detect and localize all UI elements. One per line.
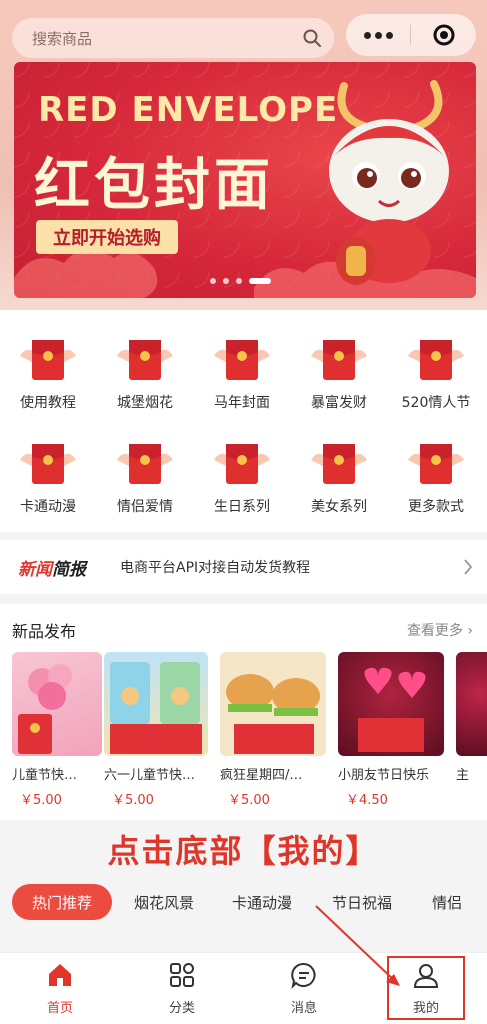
- banner-dot-active[interactable]: [249, 278, 271, 284]
- product-image[interactable]: [338, 652, 444, 756]
- news-headline[interactable]: 电商平台API对接自动发货教程: [120, 557, 310, 577]
- product-name: 六一儿童节快…: [104, 768, 196, 783]
- product-card[interactable]: 疯狂星期四/… ￥5.00: [220, 652, 326, 808]
- hero-header: 搜索商品 RED ENVELOPE 红包封面 立即开始选购: [0, 0, 487, 310]
- category-label: 情侣爱情: [117, 499, 173, 515]
- red-envelope-icon: [117, 444, 173, 484]
- tutorial-annotation: 点击底部【我的】: [107, 832, 380, 870]
- close-miniprogram-icon[interactable]: [411, 23, 476, 47]
- banner-dot[interactable]: [223, 278, 229, 284]
- product-card[interactable]: 六一儿童节快… ￥5.00: [104, 652, 208, 808]
- red-envelope-icon: [214, 340, 270, 380]
- home-icon: [49, 964, 71, 986]
- product-price: ￥5.00: [112, 793, 154, 808]
- chevron-right-icon[interactable]: [463, 558, 473, 576]
- category-item-beauty[interactable]: 美女系列: [293, 440, 385, 516]
- category-item-valentine[interactable]: 520情人节: [390, 336, 482, 412]
- chat-icon: [291, 962, 316, 989]
- news-logo: 新闻简报: [18, 559, 86, 580]
- tab-fireworks[interactable]: 烟花风景: [134, 892, 194, 913]
- product-price: ￥5.00: [20, 793, 62, 808]
- category-tabs: 热门推荐 烟花风景 卡通动漫 节日祝福 情侣: [0, 874, 487, 930]
- product-price: ￥4.50: [346, 793, 388, 808]
- category-item-fortune[interactable]: 暴富发财: [293, 336, 385, 412]
- section-title: 新品发布: [12, 622, 77, 641]
- dragon-mascot-image: [329, 80, 449, 285]
- red-envelope-icon: [311, 444, 367, 484]
- promo-banner[interactable]: RED ENVELOPE 红包封面 立即开始选购: [14, 62, 476, 298]
- category-label: 暴富发财: [311, 395, 367, 411]
- category-item-more[interactable]: 更多款式: [390, 440, 482, 516]
- tab-cartoon[interactable]: 卡通动漫: [232, 892, 292, 913]
- product-card[interactable]: 主: [456, 652, 487, 783]
- banner-title-en: RED ENVELOPE: [38, 90, 339, 130]
- category-label: 城堡烟花: [117, 395, 173, 411]
- nav-label: 首页: [46, 1001, 73, 1016]
- red-envelope-icon: [20, 340, 76, 380]
- category-item-fireworks[interactable]: 城堡烟花: [99, 336, 191, 412]
- red-envelope-icon: [311, 340, 367, 380]
- view-more-link[interactable]: 查看更多 ›: [407, 620, 473, 640]
- red-envelope-icon: [20, 444, 76, 484]
- search-placeholder: 搜索商品: [32, 29, 93, 48]
- banner-pagination: [210, 278, 271, 284]
- nav-messages[interactable]: 消息: [264, 961, 344, 1016]
- product-name: 主: [456, 768, 470, 783]
- category-grid: 使用教程 城堡烟花 马年封面 暴富发财 520情人节 卡通动漫 情侣爱情 生日系…: [0, 310, 487, 532]
- tab-couple[interactable]: 情侣: [432, 892, 462, 913]
- search-bar[interactable]: 搜索商品: [12, 18, 334, 58]
- product-card[interactable]: 儿童节快… ￥5.00: [12, 652, 102, 808]
- red-envelope-icon: [408, 340, 464, 380]
- category-label: 生日系列: [214, 499, 270, 515]
- product-image[interactable]: [220, 652, 326, 756]
- category-label: 美女系列: [311, 499, 367, 515]
- tab-festival[interactable]: 节日祝福: [332, 892, 392, 913]
- category-label: 使用教程: [20, 395, 76, 411]
- category-item-couple[interactable]: 情侣爱情: [99, 440, 191, 516]
- nav-label: 分类: [168, 1001, 195, 1016]
- search-icon[interactable]: [302, 28, 322, 48]
- news-ticker[interactable]: 新闻简报 电商平台API对接自动发货教程: [0, 540, 487, 594]
- banner-dot[interactable]: [236, 278, 242, 284]
- category-label: 卡通动漫: [20, 499, 76, 515]
- banner-shop-button[interactable]: 立即开始选购: [36, 220, 178, 254]
- red-envelope-icon: [117, 340, 173, 380]
- red-envelope-icon: [214, 444, 270, 484]
- category-label: 马年封面: [214, 395, 270, 411]
- banner-dot[interactable]: [210, 278, 216, 284]
- tab-hot[interactable]: 热门推荐: [12, 884, 113, 920]
- product-image[interactable]: [12, 652, 102, 756]
- product-name: 小朋友节日快乐: [338, 768, 430, 783]
- product-image[interactable]: [104, 652, 208, 756]
- nav-category[interactable]: 分类: [142, 961, 222, 1016]
- nav-home[interactable]: 首页: [20, 961, 100, 1016]
- category-item-cartoon[interactable]: 卡通动漫: [2, 440, 94, 516]
- grid-icon: [170, 963, 194, 987]
- category-item-tutorial[interactable]: 使用教程: [2, 336, 94, 412]
- red-envelope-icon: [408, 444, 464, 484]
- product-name: 儿童节快…: [12, 768, 78, 783]
- category-item-birthday[interactable]: 生日系列: [196, 440, 288, 516]
- more-menu-icon[interactable]: [346, 31, 410, 39]
- miniprogram-capsule: [346, 14, 476, 56]
- product-card[interactable]: 小朋友节日快乐 ￥4.50: [338, 652, 444, 808]
- nav-label: 消息: [290, 1001, 317, 1016]
- banner-title-cn: 红包封面: [34, 153, 274, 218]
- highlight-box: [387, 956, 465, 1020]
- product-name: 疯狂星期四/…: [220, 768, 303, 783]
- category-label: 更多款式: [408, 499, 464, 515]
- product-price: ￥5.00: [228, 793, 270, 808]
- product-image[interactable]: [456, 652, 487, 756]
- category-label: 520情人节: [401, 395, 471, 411]
- category-item-horse-year[interactable]: 马年封面: [196, 336, 288, 412]
- new-products-section: 新品发布 查看更多 › 儿童节快… ￥5.00 六一儿童节快… ￥5.00 疯狂…: [0, 604, 487, 820]
